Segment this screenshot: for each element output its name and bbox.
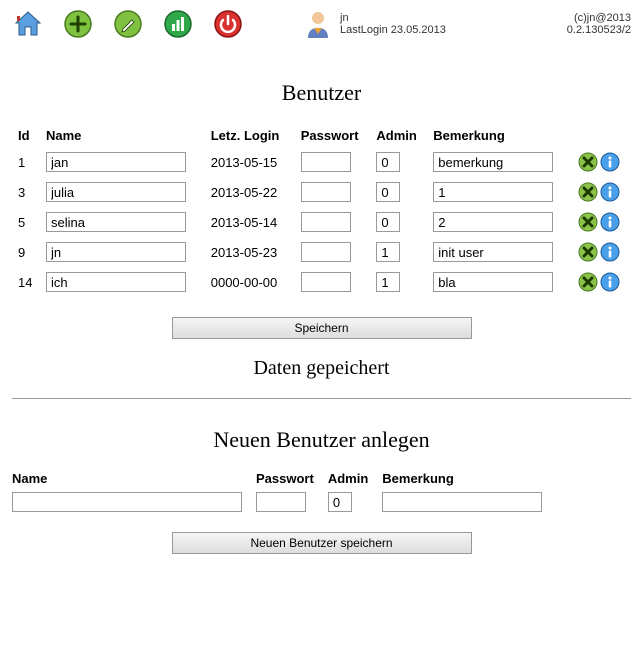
info-icon bbox=[600, 272, 620, 292]
plus-icon bbox=[63, 9, 93, 39]
row-remark-input[interactable] bbox=[433, 272, 553, 292]
nu-name-label: Name bbox=[12, 471, 242, 486]
table-row: 1 2013-05-15 bbox=[12, 147, 631, 177]
user-info: jn LastLogin 23.05.2013 bbox=[304, 8, 446, 40]
power-button[interactable] bbox=[212, 8, 244, 40]
row-remark-input[interactable] bbox=[433, 182, 553, 202]
row-password-input[interactable] bbox=[301, 152, 351, 172]
row-last-login: 0000-00-00 bbox=[205, 267, 295, 297]
row-info-button[interactable] bbox=[600, 272, 620, 292]
row-name-input[interactable] bbox=[46, 272, 186, 292]
pencil-icon bbox=[113, 9, 143, 39]
row-delete-button[interactable] bbox=[578, 152, 598, 172]
col-admin: Admin bbox=[370, 124, 427, 147]
row-last-login: 2013-05-14 bbox=[205, 207, 295, 237]
add-button[interactable] bbox=[62, 8, 94, 40]
row-remark-input[interactable] bbox=[433, 212, 553, 232]
col-password: Passwort bbox=[295, 124, 371, 147]
row-delete-button[interactable] bbox=[578, 242, 598, 262]
new-user-save-button[interactable]: Neuen Benutzer speichern bbox=[172, 532, 472, 554]
delete-icon bbox=[578, 182, 598, 202]
row-delete-button[interactable] bbox=[578, 272, 598, 292]
home-icon bbox=[13, 10, 43, 38]
row-remark-input[interactable] bbox=[433, 152, 553, 172]
new-user-title: Neuen Benutzer anlegen bbox=[12, 427, 631, 453]
toolbar: jn LastLogin 23.05.2013 (c)jn@2013 0.2.1… bbox=[12, 8, 631, 40]
row-last-login: 2013-05-15 bbox=[205, 147, 295, 177]
info-icon bbox=[600, 212, 620, 232]
row-name-input[interactable] bbox=[46, 182, 186, 202]
nu-password-label: Passwort bbox=[256, 471, 314, 486]
row-admin-input[interactable] bbox=[376, 272, 400, 292]
nu-password-input[interactable] bbox=[256, 492, 306, 512]
version-info: (c)jn@2013 0.2.130523/2 bbox=[567, 12, 631, 36]
nu-name-input[interactable] bbox=[12, 492, 242, 512]
row-name-input[interactable] bbox=[46, 212, 186, 232]
version-label: 0.2.130523/2 bbox=[567, 24, 631, 36]
toolbar-icons bbox=[12, 8, 244, 40]
row-info-button[interactable] bbox=[600, 212, 620, 232]
info-icon bbox=[600, 242, 620, 262]
info-icon bbox=[600, 182, 620, 202]
delete-icon bbox=[578, 272, 598, 292]
row-name-input[interactable] bbox=[46, 242, 186, 262]
row-id: 3 bbox=[12, 177, 40, 207]
row-id: 9 bbox=[12, 237, 40, 267]
user-avatar-icon bbox=[304, 8, 332, 40]
chart-icon bbox=[163, 9, 193, 39]
nu-admin-input[interactable] bbox=[328, 492, 352, 512]
page-title: Benutzer bbox=[12, 80, 631, 106]
col-remark: Bemerkung bbox=[427, 124, 570, 147]
row-password-input[interactable] bbox=[301, 182, 351, 202]
row-delete-button[interactable] bbox=[578, 212, 598, 232]
row-admin-input[interactable] bbox=[376, 182, 400, 202]
table-row: 3 2013-05-22 bbox=[12, 177, 631, 207]
table-row: 9 2013-05-23 bbox=[12, 237, 631, 267]
home-button[interactable] bbox=[12, 8, 44, 40]
row-last-login: 2013-05-23 bbox=[205, 237, 295, 267]
user-name: jn bbox=[340, 12, 446, 24]
row-password-input[interactable] bbox=[301, 242, 351, 262]
row-password-input[interactable] bbox=[301, 272, 351, 292]
row-info-button[interactable] bbox=[600, 152, 620, 172]
nu-remark-input[interactable] bbox=[382, 492, 542, 512]
delete-icon bbox=[578, 152, 598, 172]
row-password-input[interactable] bbox=[301, 212, 351, 232]
row-id: 5 bbox=[12, 207, 40, 237]
user-table: Id Name Letz. Login Passwort Admin Bemer… bbox=[12, 124, 631, 297]
col-last-login: Letz. Login bbox=[205, 124, 295, 147]
row-name-input[interactable] bbox=[46, 152, 186, 172]
chart-button[interactable] bbox=[162, 8, 194, 40]
row-admin-input[interactable] bbox=[376, 152, 400, 172]
edit-button[interactable] bbox=[112, 8, 144, 40]
delete-icon bbox=[578, 242, 598, 262]
row-delete-button[interactable] bbox=[578, 182, 598, 202]
status-message: Daten gepeichert bbox=[12, 357, 631, 380]
row-id: 1 bbox=[12, 147, 40, 177]
table-row: 14 0000-00-00 bbox=[12, 267, 631, 297]
power-icon bbox=[213, 9, 243, 39]
row-last-login: 2013-05-22 bbox=[205, 177, 295, 207]
row-admin-input[interactable] bbox=[376, 212, 400, 232]
row-remark-input[interactable] bbox=[433, 242, 553, 262]
divider bbox=[12, 398, 631, 399]
user-last-login: LastLogin 23.05.2013 bbox=[340, 24, 446, 36]
row-admin-input[interactable] bbox=[376, 242, 400, 262]
table-row: 5 2013-05-14 bbox=[12, 207, 631, 237]
row-info-button[interactable] bbox=[600, 182, 620, 202]
row-id: 14 bbox=[12, 267, 40, 297]
nu-admin-label: Admin bbox=[328, 471, 368, 486]
new-user-form: Name Passwort Admin Bemerkung Neuen Benu… bbox=[12, 471, 631, 554]
save-button[interactable]: Speichern bbox=[172, 317, 472, 339]
info-icon bbox=[600, 152, 620, 172]
delete-icon bbox=[578, 212, 598, 232]
row-info-button[interactable] bbox=[600, 242, 620, 262]
nu-remark-label: Bemerkung bbox=[382, 471, 542, 486]
copyright-label: (c)jn@2013 bbox=[567, 12, 631, 24]
col-id: Id bbox=[12, 124, 40, 147]
col-name: Name bbox=[40, 124, 205, 147]
